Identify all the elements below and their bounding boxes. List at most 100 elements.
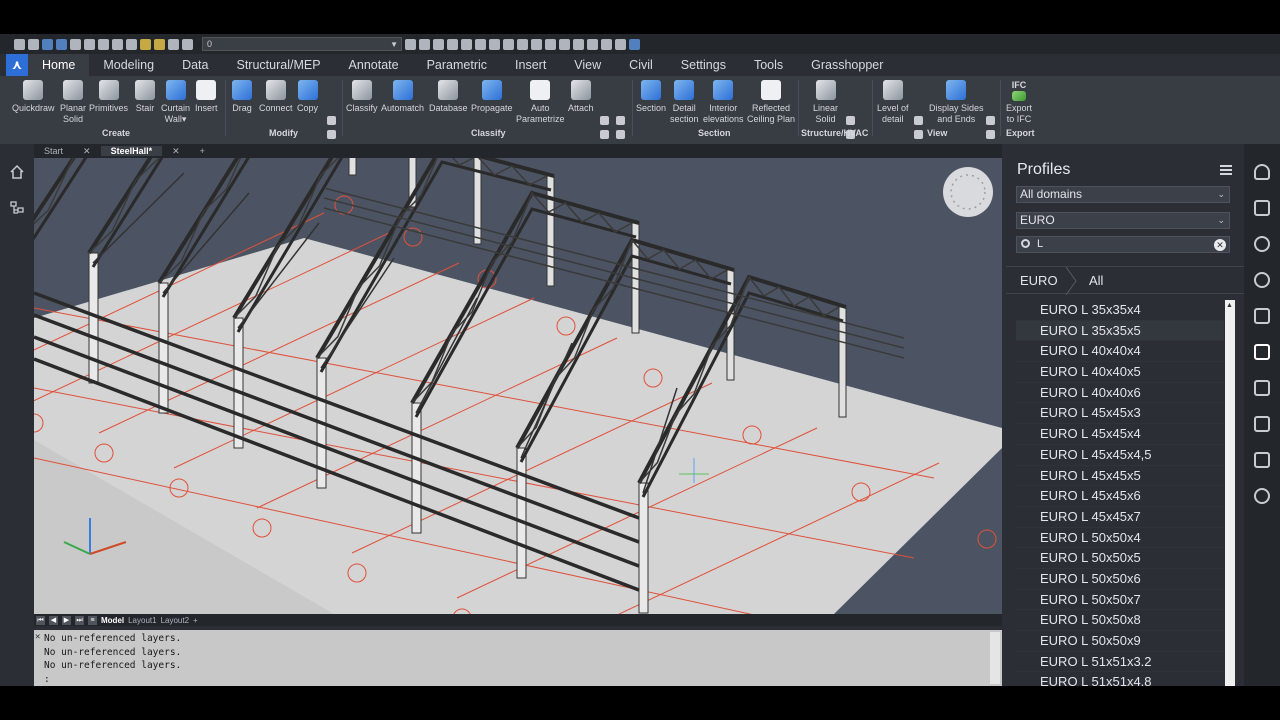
balloon-icon[interactable] <box>1254 236 1270 252</box>
breadcrumb-all[interactable]: All <box>1089 273 1103 288</box>
presentation-icon[interactable] <box>1254 452 1270 468</box>
prev-layout-icon[interactable]: ◀ <box>49 615 58 625</box>
undo-icon[interactable] <box>112 38 123 50</box>
help-icon[interactable] <box>629 38 640 50</box>
ortho-icon[interactable] <box>433 38 444 50</box>
structure-tree-icon[interactable] <box>9 200 25 216</box>
profile-list-item[interactable]: EURO L 45x45x4 <box>1016 424 1224 445</box>
next-layout-icon[interactable]: ▶ <box>62 615 71 625</box>
profile-list-scrollbar[interactable]: ▲ <box>1225 300 1235 686</box>
cube-solid-icon[interactable] <box>517 38 528 50</box>
image-icon[interactable] <box>601 38 612 50</box>
last-layout-icon[interactable]: ⏭ <box>75 615 84 625</box>
tab-model[interactable]: Model <box>101 616 124 625</box>
tab-insert[interactable]: Insert <box>501 54 560 76</box>
grid-icon[interactable] <box>419 38 430 50</box>
plot-icon[interactable] <box>98 38 109 50</box>
curtain-wall-button[interactable]: Curtain Wall▾ <box>161 80 190 125</box>
section-button[interactable]: Section <box>636 80 666 114</box>
attach-button[interactable]: Attach <box>568 80 594 114</box>
profile-list-item[interactable]: EURO L 50x50x9 <box>1016 631 1224 652</box>
save-icon[interactable] <box>42 38 53 50</box>
tab-civil[interactable]: Civil <box>615 54 667 76</box>
tab-settings[interactable]: Settings <box>667 54 740 76</box>
layers-icon[interactable] <box>1254 380 1270 396</box>
bim-tool-icon[interactable] <box>616 130 625 139</box>
view-tool-icon[interactable] <box>914 116 923 125</box>
profile-list-item[interactable]: EURO L 50x50x5 <box>1016 548 1224 569</box>
planar-solid-button[interactable]: Planar Solid <box>60 80 86 125</box>
display-sides-button[interactable]: Display Sides and Ends <box>929 80 984 125</box>
polar-icon[interactable] <box>447 38 458 50</box>
model-viewport[interactable] <box>34 158 1002 614</box>
stair-button[interactable]: Stair <box>135 80 155 114</box>
tab-view[interactable]: View <box>560 54 615 76</box>
new-file-icon[interactable] <box>14 38 25 50</box>
tab-home[interactable]: Home <box>28 54 90 76</box>
breadcrumb-euro[interactable]: EURO <box>1020 273 1058 288</box>
otrack-icon[interactable] <box>475 38 486 50</box>
database-button[interactable]: Database <box>429 80 468 114</box>
render-icon[interactable] <box>1254 272 1270 288</box>
properties-icon[interactable] <box>1254 200 1270 216</box>
command-scrollbar[interactable] <box>990 632 1000 684</box>
hamburger-menu-icon[interactable] <box>1220 165 1232 175</box>
open-file-icon[interactable] <box>28 38 39 50</box>
command-line[interactable]: ✕ No un-referenced layers. No un-referen… <box>34 630 1002 686</box>
mirror-icon[interactable] <box>327 116 336 125</box>
rotate-icon[interactable] <box>327 130 336 139</box>
osnap-icon[interactable] <box>461 38 472 50</box>
profile-list-item[interactable]: EURO L 40x40x6 <box>1016 383 1224 404</box>
tab-layout2[interactable]: Layout2 <box>161 616 189 625</box>
profile-list-item[interactable]: EURO L 51x51x3.2 <box>1016 652 1224 673</box>
profile-list-item[interactable]: EURO L 50x50x4 <box>1016 528 1224 549</box>
structure-tool-icon[interactable] <box>846 116 855 125</box>
profile-list-item[interactable]: EURO L 40x40x4 <box>1016 341 1224 363</box>
save-as-icon[interactable] <box>56 38 67 50</box>
cloud-upload-icon[interactable] <box>1254 488 1270 504</box>
view-tool-icon[interactable] <box>914 130 923 139</box>
profile-list-item[interactable]: EURO L 45x45x3 <box>1016 403 1224 425</box>
tips-bulb-icon[interactable] <box>1254 164 1270 180</box>
close-icon[interactable]: ✕ <box>162 146 190 157</box>
copy-button[interactable]: Copy <box>297 80 318 114</box>
bim-tool-icon[interactable] <box>600 116 609 125</box>
profile-list-item[interactable]: EURO L 50x50x6 <box>1016 569 1224 590</box>
profile-search-input[interactable]: L ✕ <box>1016 236 1230 253</box>
tab-steelhall[interactable]: SteelHall* <box>100 146 163 156</box>
tab-structural-mep[interactable]: Structural/MEP <box>222 54 334 76</box>
classify-button[interactable]: Classify <box>346 80 378 114</box>
link-icon[interactable] <box>587 38 598 50</box>
automatch-button[interactable]: Automatch <box>381 80 424 114</box>
profile-list-item[interactable]: EURO L 40x40x5 <box>1016 362 1224 383</box>
primitives-button[interactable]: Primitives <box>89 80 128 114</box>
tab-data[interactable]: Data <box>168 54 222 76</box>
tab-layout1[interactable]: Layout1 <box>128 616 156 625</box>
drag-button[interactable]: Drag <box>232 80 252 114</box>
profile-list-item[interactable]: EURO L 51x51x4.8 <box>1016 672 1224 686</box>
home-icon[interactable] <box>9 164 25 180</box>
redo-icon[interactable] <box>126 38 137 50</box>
detail-section-button[interactable]: Detail section <box>670 80 699 125</box>
layer-dropdown[interactable]: 0 ▼ <box>202 37 402 51</box>
profile-list-item[interactable]: EURO L 35x35x5 <box>1016 320 1224 342</box>
bim-tool-icon[interactable] <box>600 130 609 139</box>
profile-list-item[interactable]: EURO L 45x45x6 <box>1016 486 1224 507</box>
profile-list-item[interactable]: EURO L 45x45x7 <box>1016 507 1224 528</box>
snap-icon[interactable] <box>405 38 416 50</box>
first-layout-icon[interactable]: ⏮ <box>36 615 45 625</box>
print-preview-icon[interactable] <box>84 38 95 50</box>
app-menu-button[interactable]: ⋏ <box>6 54 28 76</box>
add-layout-button[interactable]: + <box>193 616 198 625</box>
view-tool-icon[interactable] <box>986 130 995 139</box>
layer-bulb-icon[interactable] <box>140 38 151 50</box>
linear-solid-button[interactable]: Linear Solid <box>813 80 838 125</box>
command-prompt[interactable]: : <box>44 673 992 687</box>
render-icon[interactable] <box>531 38 542 50</box>
layout-list-icon[interactable]: ≡ <box>88 615 97 625</box>
interior-elevations-button[interactable]: Interior elevations <box>703 80 744 125</box>
insert-button[interactable]: Insert <box>195 80 218 114</box>
export-ifc-button[interactable]: IFC Export to IFC <box>1006 80 1032 125</box>
connect-button[interactable]: Connect <box>259 80 293 114</box>
new-tab-button[interactable]: + <box>190 146 215 156</box>
